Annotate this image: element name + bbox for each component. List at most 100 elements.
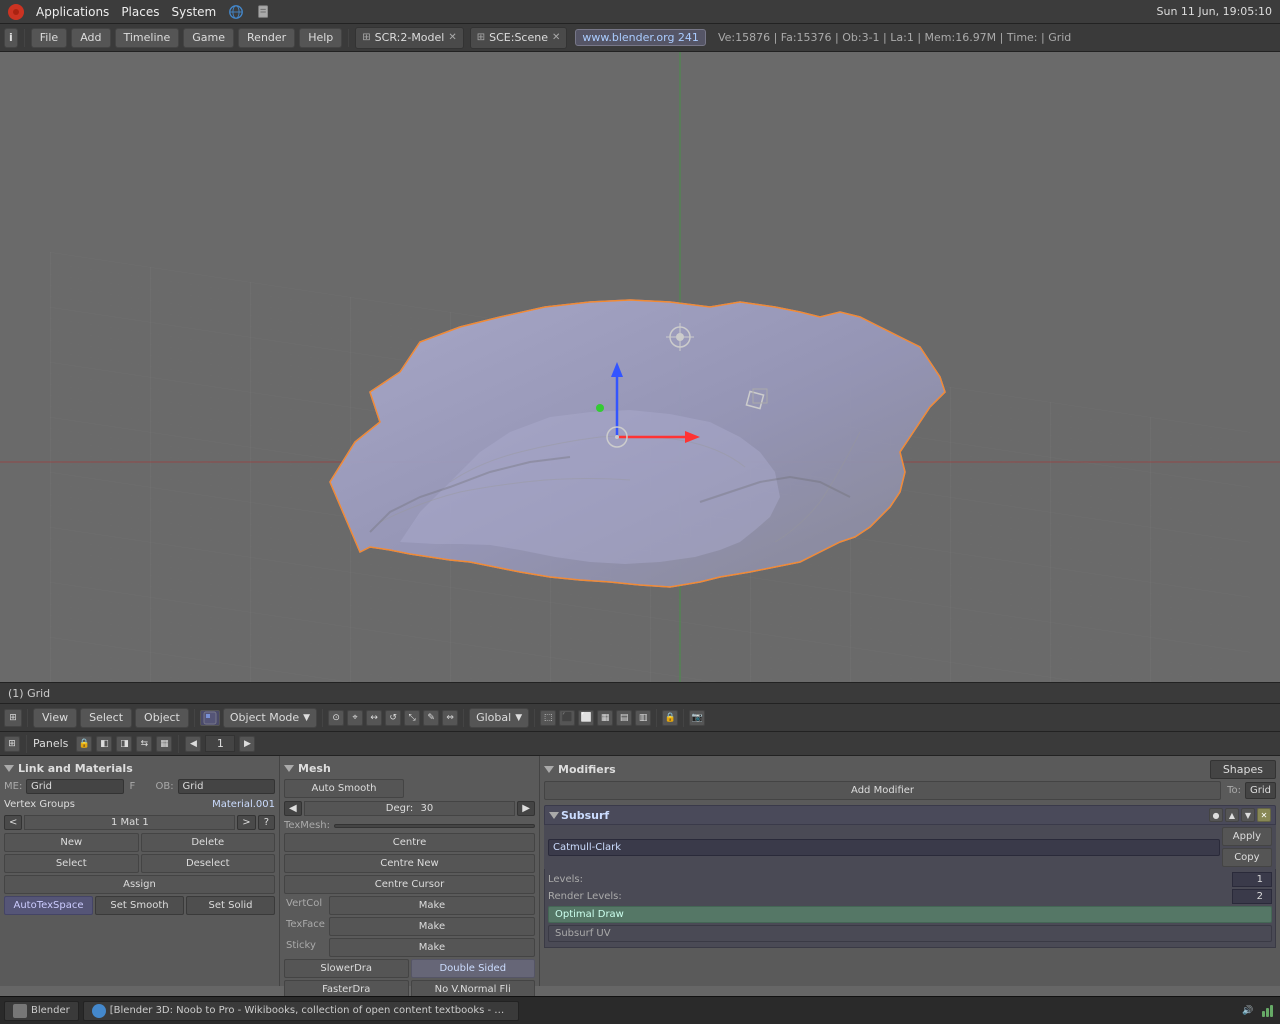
assign-btn[interactable]: Assign bbox=[4, 875, 275, 894]
auto-smooth-row: Auto Smooth bbox=[284, 779, 535, 798]
system-menu[interactable]: System bbox=[171, 5, 216, 19]
snap-icon[interactable]: ⌖ bbox=[347, 710, 363, 726]
page-prev[interactable]: ◀ bbox=[185, 736, 201, 752]
levels-value[interactable]: 1 bbox=[1232, 872, 1272, 887]
render-menu[interactable]: Render bbox=[238, 28, 295, 48]
panels-icon[interactable]: ⊞ bbox=[4, 736, 20, 752]
taskbar-browser[interactable]: [Blender 3D: Noob to Pro - Wikibooks, co… bbox=[83, 1001, 519, 1021]
help-menu[interactable]: Help bbox=[299, 28, 342, 48]
shapes-tab[interactable]: Shapes bbox=[1210, 760, 1276, 779]
select-btn[interactable]: Select bbox=[4, 854, 139, 873]
modifiers-triangle[interactable] bbox=[544, 766, 554, 773]
subsurf-modifier: Subsurf ● ▲ ▼ ✕ Catmull-Clark Apply Copy… bbox=[544, 805, 1276, 948]
mat-next-btn[interactable]: > bbox=[237, 815, 255, 830]
mesh-triangle[interactable] bbox=[284, 765, 294, 772]
page-next[interactable]: ▶ bbox=[239, 736, 255, 752]
mode-icon[interactable] bbox=[200, 710, 220, 726]
sticky-make-btn[interactable]: Make bbox=[329, 938, 535, 957]
subsurf-close-icon[interactable]: ✕ bbox=[1257, 808, 1271, 822]
select-menu-btn[interactable]: Select bbox=[80, 708, 132, 728]
to-field[interactable]: Grid bbox=[1245, 782, 1276, 799]
subsurf-down-icon[interactable]: ▼ bbox=[1241, 808, 1255, 822]
www-badge[interactable]: www.blender.org 241 bbox=[575, 29, 706, 46]
auto-smooth-btn[interactable]: Auto Smooth bbox=[284, 779, 404, 798]
panel-lock-icon[interactable]: 🔒 bbox=[76, 736, 92, 752]
rotate-icon[interactable]: ↺ bbox=[385, 710, 401, 726]
degr-inc-btn[interactable]: ▶ bbox=[517, 801, 535, 816]
tray-network[interactable] bbox=[1260, 1003, 1276, 1019]
panel-align1[interactable]: ◧ bbox=[96, 736, 112, 752]
mat-prev-btn[interactable]: < bbox=[4, 815, 22, 830]
degr-dec-btn[interactable]: ◀ bbox=[284, 801, 302, 816]
mat-question-btn[interactable]: ? bbox=[258, 815, 275, 830]
camera-icon[interactable]: 📷 bbox=[689, 710, 705, 726]
viewport-3d[interactable] bbox=[0, 52, 1280, 682]
mat-count[interactable]: 1 Mat 1 bbox=[24, 815, 235, 830]
set-solid-btn[interactable]: Set Solid bbox=[186, 896, 275, 915]
timeline-menu[interactable]: Timeline bbox=[115, 28, 180, 48]
slower-draw-btn[interactable]: SlowerDra bbox=[284, 959, 409, 978]
draw-icon[interactable]: ✎ bbox=[423, 710, 439, 726]
copy-btn[interactable]: Copy bbox=[1222, 848, 1272, 867]
delete-btn[interactable]: Delete bbox=[141, 833, 276, 852]
subsurf-expand[interactable] bbox=[549, 812, 559, 819]
double-sided-btn[interactable]: Double Sided bbox=[411, 959, 536, 978]
taskbar: Blender [Blender 3D: Noob to Pro - Wikib… bbox=[0, 996, 1280, 1024]
me-value[interactable]: Grid bbox=[26, 779, 124, 794]
mirror-icon[interactable]: ⇔ bbox=[442, 710, 458, 726]
panel-triangle[interactable] bbox=[4, 765, 14, 772]
proportional-icon[interactable]: ⊙ bbox=[328, 710, 344, 726]
new-btn[interactable]: New bbox=[4, 833, 139, 852]
transform-dropdown[interactable]: Global ▼ bbox=[469, 708, 529, 728]
object-menu-btn[interactable]: Object bbox=[135, 708, 189, 728]
translate-icon[interactable]: ↔ bbox=[366, 710, 382, 726]
places-menu[interactable]: Places bbox=[121, 5, 159, 19]
file-menu[interactable]: File bbox=[31, 28, 67, 48]
mode-dropdown[interactable]: Object Mode ▼ bbox=[223, 708, 317, 728]
catmull-select[interactable]: Catmull-Clark bbox=[548, 839, 1220, 856]
panel-align2[interactable]: ◨ bbox=[116, 736, 132, 752]
grid2-icon[interactable]: ⬛ bbox=[559, 710, 575, 726]
grid4-icon[interactable]: ▦ bbox=[597, 710, 613, 726]
view-menu-btn[interactable]: View bbox=[33, 708, 77, 728]
view-icon[interactable]: ⊞ bbox=[4, 709, 22, 727]
screen-selector[interactable]: ⊞ SCR:2-Model ✕ bbox=[355, 27, 463, 49]
scene-selector[interactable]: ⊞ SCE:Scene ✕ bbox=[470, 27, 568, 49]
centre-btn[interactable]: Centre bbox=[284, 833, 535, 852]
optimal-draw-btn[interactable]: Optimal Draw bbox=[548, 906, 1272, 923]
grid3-icon[interactable]: ⬜ bbox=[578, 710, 594, 726]
lock-icon[interactable]: 🔒 bbox=[662, 710, 678, 726]
autotexspace-btn[interactable]: AutoTexSpace bbox=[4, 896, 93, 915]
subsurf-up-icon[interactable]: ▲ bbox=[1225, 808, 1239, 822]
grid5-icon[interactable]: ▤ bbox=[616, 710, 632, 726]
taskbar-blender[interactable]: Blender bbox=[4, 1001, 79, 1021]
game-menu[interactable]: Game bbox=[183, 28, 234, 48]
panel-flip[interactable]: ⇆ bbox=[136, 736, 152, 752]
texmesh-field[interactable] bbox=[334, 824, 535, 828]
ubuntu-icon[interactable] bbox=[8, 4, 24, 20]
ob-value[interactable]: Grid bbox=[178, 779, 276, 794]
ob-label: OB: bbox=[156, 781, 176, 792]
info-bar: Ve:15876 | Fa:15376 | Ob:3-1 | La:1 | Me… bbox=[710, 31, 1276, 44]
add-modifier-btn[interactable]: Add Modifier bbox=[544, 781, 1221, 800]
tray-sound[interactable]: 🔊 bbox=[1240, 1003, 1256, 1019]
deselect-btn[interactable]: Deselect bbox=[141, 854, 276, 873]
page-num: 1 bbox=[205, 735, 235, 752]
subsurf-render-icon[interactable]: ● bbox=[1209, 808, 1223, 822]
texface-make-btn[interactable]: Make bbox=[329, 917, 535, 936]
grid1-icon[interactable]: ⬚ bbox=[540, 710, 556, 726]
set-smooth-btn[interactable]: Set Smooth bbox=[95, 896, 184, 915]
vertcol-make-btn[interactable]: Make bbox=[329, 896, 535, 915]
info-btn[interactable]: i bbox=[4, 28, 18, 48]
grid6-icon[interactable]: ▥ bbox=[635, 710, 651, 726]
face-options: VertCol Make TexFace Make Sticky Make bbox=[284, 896, 535, 957]
panel-grid[interactable]: ▦ bbox=[156, 736, 172, 752]
centre-new-btn[interactable]: Centre New bbox=[284, 854, 535, 873]
apply-btn[interactable]: Apply bbox=[1222, 827, 1272, 846]
scale-icon[interactable]: ⤡ bbox=[404, 710, 420, 726]
add-menu[interactable]: Add bbox=[71, 28, 110, 48]
centre-cursor-btn[interactable]: Centre Cursor bbox=[284, 875, 535, 894]
link-materials-header: Link and Materials bbox=[4, 760, 275, 779]
applications-menu[interactable]: Applications bbox=[36, 5, 109, 19]
render-levels-value[interactable]: 2 bbox=[1232, 889, 1272, 904]
